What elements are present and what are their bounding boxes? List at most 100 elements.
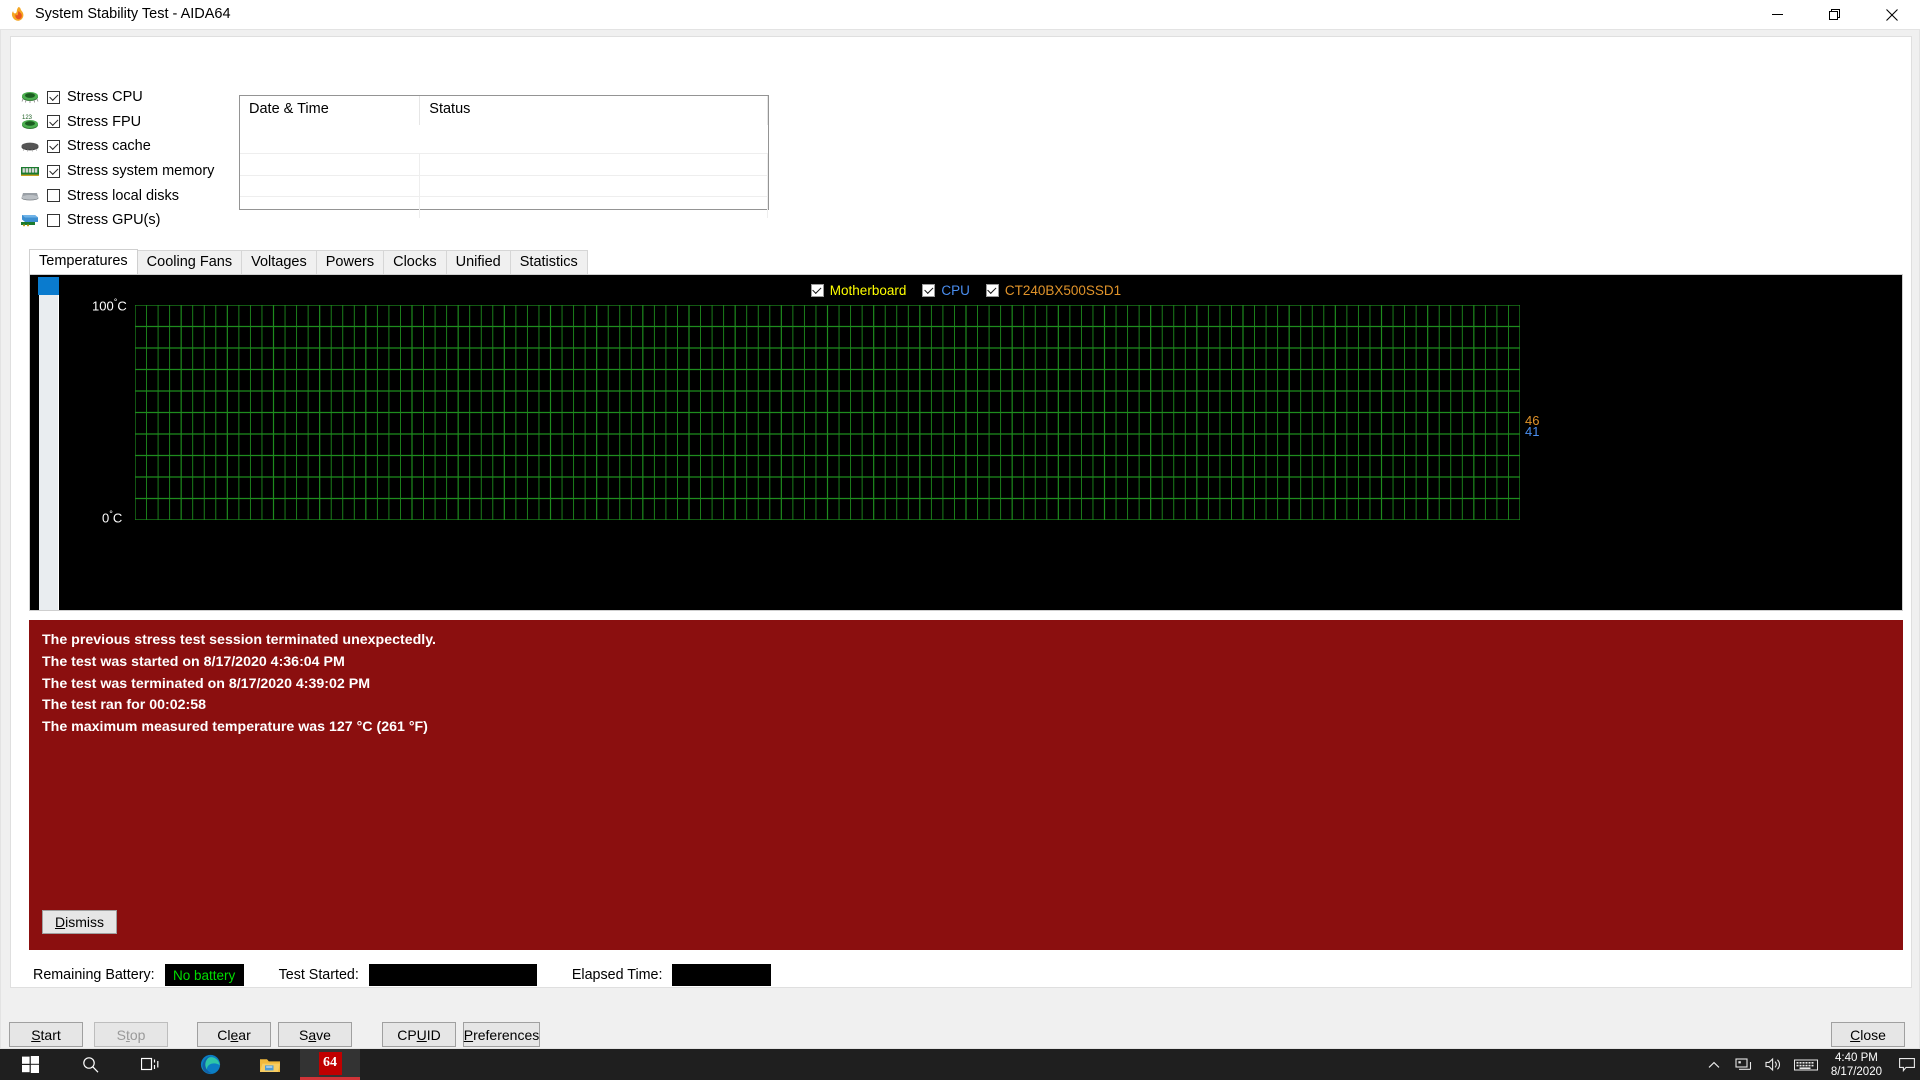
action-button-bar: Start St op Cl e ar Sa ve CP U ID Preferences …: [1, 1022, 1920, 1050]
cache-chip-icon: [19, 137, 41, 155]
window-title: System Stability Test - AIDA64: [35, 6, 231, 22]
volume-icon[interactable]: [1759, 1049, 1789, 1080]
folder-icon[interactable]: [240, 1049, 300, 1080]
notification-icon[interactable]: [1894, 1049, 1920, 1080]
stress-option-fpu[interactable]: 123 Stress FPU: [19, 110, 234, 135]
alert-line: The maximum measured temperature was 127…: [42, 719, 428, 736]
legend-checkbox-motherboard[interactable]: [810, 284, 824, 297]
chevron-up-icon[interactable]: [1699, 1049, 1729, 1080]
main-panel: Stress CPU 123 Stress FPU Stress cache S…: [10, 36, 1912, 988]
y-axis-tick-min: 0°C: [102, 509, 123, 526]
legend-item-cpu[interactable]: CPU: [922, 283, 970, 298]
minimize-icon[interactable]: [1749, 0, 1806, 29]
cpuid-button[interactable]: CP U ID: [382, 1022, 456, 1047]
graph-plot-area[interactable]: [135, 305, 1520, 520]
tab-voltages[interactable]: Voltages: [241, 250, 317, 274]
start-button[interactable]: Start: [9, 1022, 83, 1047]
checkbox-stress-fpu[interactable]: [47, 115, 60, 129]
legend-label-motherboard: Motherboard: [829, 283, 907, 298]
legend-checkbox-cpu[interactable]: [922, 284, 936, 297]
tab-statistics[interactable]: Statistics: [509, 250, 588, 274]
stress-options-group: Stress CPU 123 Stress FPU Stress cache S…: [19, 85, 234, 233]
clear-button[interactable]: Cl e ar: [197, 1022, 271, 1047]
y-axis-tick-max: 100°C: [92, 297, 127, 314]
tab-powers[interactable]: Powers: [315, 250, 385, 274]
legend-label-ssd: CT240BX500SSD1: [1004, 283, 1122, 298]
dismiss-button[interactable]: Dismiss: [42, 910, 117, 934]
column-header-datetime[interactable]: Date & Time: [240, 96, 421, 125]
stress-option-label: Stress system memory: [67, 163, 215, 180]
close-icon[interactable]: [1863, 0, 1920, 29]
elapsed-time-label: Elapsed Time:: [571, 967, 663, 983]
cpu-chip-icon: [19, 88, 41, 106]
legend-label-cpu: CPU: [941, 283, 970, 298]
battery-value: No battery: [164, 964, 244, 986]
table-header-row: Date & Time Status: [240, 96, 768, 125]
stress-option-disks[interactable]: Stress local disks: [19, 183, 234, 208]
clock-time: 4:40 PM: [1835, 1051, 1878, 1064]
event-log-table[interactable]: Date & Time Status: [239, 95, 769, 218]
table-body: [240, 125, 768, 218]
restore-icon[interactable]: [1806, 0, 1863, 29]
taskbar-clock[interactable]: 4:40 PM 8/17/2020: [1823, 1051, 1894, 1079]
legend-item-motherboard[interactable]: Motherboard: [810, 283, 907, 298]
preferences-button[interactable]: Preferences: [463, 1022, 540, 1047]
task-view-icon[interactable]: [120, 1049, 180, 1080]
legend-item-ssd[interactable]: CT240BX500SSD1: [985, 283, 1122, 298]
stress-option-gpu[interactable]: Stress GPU(s): [19, 208, 234, 233]
stress-option-cache[interactable]: Stress cache: [19, 134, 234, 159]
clock-date: 8/17/2020: [1830, 1065, 1882, 1078]
column-header-status[interactable]: Status: [420, 96, 768, 125]
alert-panel: The previous stress test session termina…: [29, 620, 1903, 950]
checkbox-stress-disks[interactable]: [47, 189, 60, 203]
alert-line: The previous stress test session termina…: [42, 632, 436, 648]
stress-option-label: Stress FPU: [67, 113, 142, 130]
table-row[interactable]: [240, 196, 768, 218]
aida64-icon[interactable]: 64: [300, 1049, 360, 1080]
edge-icon[interactable]: [180, 1049, 240, 1080]
close-button[interactable]: Close: [1831, 1022, 1905, 1047]
checkbox-stress-cache[interactable]: [47, 139, 60, 153]
stress-option-label: Stress cache: [67, 138, 151, 155]
graph-legend: Motherboard CPU CT240BX500SSD1: [30, 283, 1902, 298]
tab-temperatures[interactable]: Temperatures: [29, 249, 138, 274]
test-started-label: Test Started:: [278, 967, 359, 983]
flame-icon: [9, 5, 27, 23]
window-controls: [1749, 0, 1920, 29]
table-row[interactable]: [240, 153, 768, 175]
title-bar[interactable]: System Stability Test - AIDA64: [0, 0, 1920, 29]
checkbox-stress-memory[interactable]: [47, 164, 60, 178]
alert-line: The test was started on 8/17/2020 4:36:0…: [42, 653, 345, 670]
checkbox-stress-cpu[interactable]: [47, 90, 60, 104]
keyboard-icon[interactable]: [1789, 1049, 1823, 1080]
alert-line: The test ran for 00:02:58: [42, 697, 207, 714]
graph-scrollbar[interactable]: [38, 277, 59, 610]
windows-taskbar: 64 4:40 PM 8/17/2020: [0, 1049, 1920, 1080]
table-empty-space: [240, 125, 768, 153]
stress-option-cpu[interactable]: Stress CPU: [19, 85, 234, 110]
stress-option-label: Stress CPU: [67, 89, 143, 106]
stress-option-memory[interactable]: Stress system memory: [19, 159, 234, 184]
window-body: Stress CPU 123 Stress FPU Stress cache S…: [0, 29, 1920, 1049]
checkbox-stress-gpu[interactable]: [47, 213, 60, 227]
battery-label: Remaining Battery:: [33, 967, 155, 983]
table-row[interactable]: [240, 174, 768, 196]
tab-cooling-fans[interactable]: Cooling Fans: [136, 250, 243, 274]
system-tray: 4:40 PM 8/17/2020: [1699, 1049, 1920, 1080]
graph-current-value-cpu: 41: [1525, 423, 1540, 439]
aida64-badge: 64: [323, 1055, 337, 1070]
memory-stick-icon: [19, 162, 41, 180]
stress-option-label: Stress GPU(s): [67, 212, 161, 229]
tab-unified[interactable]: Unified: [445, 250, 511, 274]
start-button[interactable]: [0, 1049, 60, 1080]
search-icon[interactable]: [60, 1049, 120, 1080]
temperature-graph: Motherboard CPU CT240BX500SSD1 100°C 0°C: [29, 274, 1903, 611]
tab-clocks[interactable]: Clocks: [383, 250, 447, 274]
save-button[interactable]: Sa ve: [278, 1022, 352, 1047]
elapsed-time-value: [672, 964, 772, 986]
gpu-card-icon: [19, 211, 41, 229]
network-icon[interactable]: [1729, 1049, 1759, 1080]
legend-checkbox-ssd[interactable]: [985, 284, 999, 297]
status-bar: Remaining Battery: No battery Test Start…: [33, 964, 806, 986]
stress-option-label: Stress local disks: [67, 187, 180, 204]
